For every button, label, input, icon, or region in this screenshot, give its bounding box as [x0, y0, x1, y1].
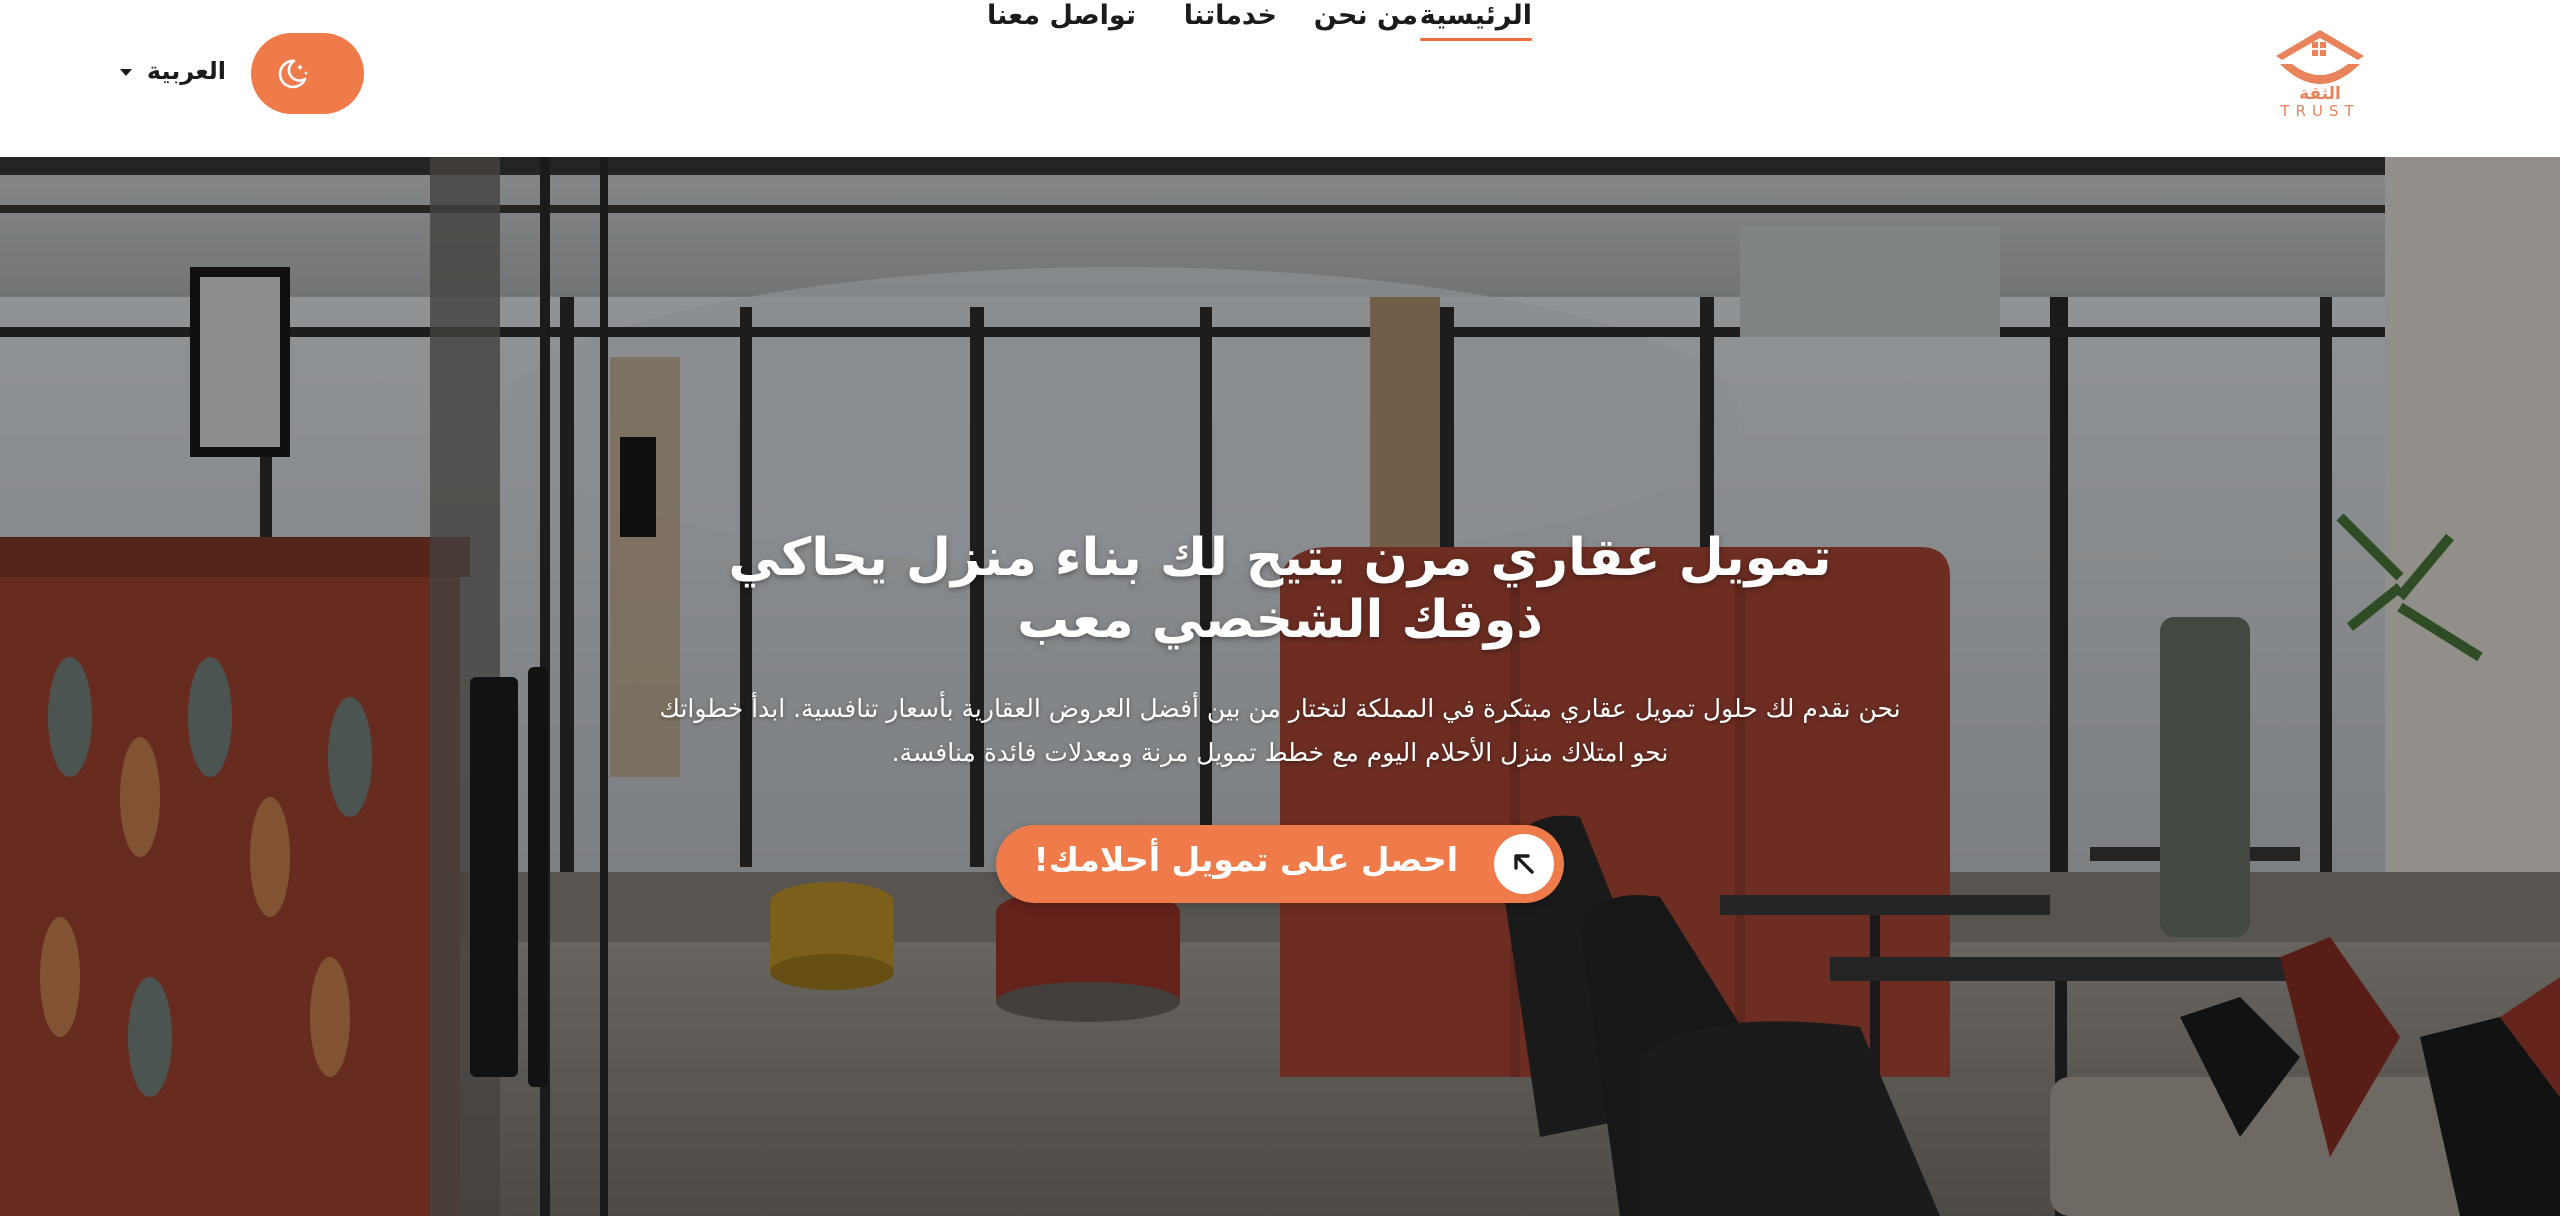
logo-latin-text: TRUST — [2280, 102, 2360, 120]
nav-item-home[interactable]: الرئيسية — [1419, 0, 1533, 41]
caret-down-icon — [120, 69, 132, 76]
moon-stars-icon — [278, 59, 309, 89]
language-select[interactable]: العربية — [120, 55, 240, 89]
arrow-up-left-icon — [1494, 834, 1554, 894]
hero-subtitle: نحن نقدم لك حلول تمويل عقاري مبتكرة في ا… — [659, 694, 1901, 767]
hero-section: تمويل عقاري مرن يتيح لك بناء منزل يحاكي … — [0, 157, 2560, 1216]
site-header: الثقة TRUST الرئيسية من نحن خدماتنا تواص… — [0, 0, 2560, 157]
site-logo[interactable]: الثقة TRUST — [2268, 26, 2372, 122]
nav-item-about[interactable]: من نحن — [1314, 0, 1418, 31]
logo-arabic-text: الثقة — [2299, 84, 2341, 104]
nav-item-contact[interactable]: تواصل معنا — [987, 0, 1136, 31]
get-financing-button[interactable]: احصل على تمويل أحلامك! — [996, 825, 1564, 903]
theme-toggle-button[interactable] — [251, 33, 364, 114]
cta-label: احصل على تمويل أحلامك! — [1033, 840, 1458, 879]
language-label: العربية — [146, 57, 226, 85]
hero-title: تمويل عقاري مرن يتيح لك بناء منزل يحاكي … — [728, 528, 1832, 650]
nav-item-services[interactable]: خدماتنا — [1184, 0, 1277, 31]
